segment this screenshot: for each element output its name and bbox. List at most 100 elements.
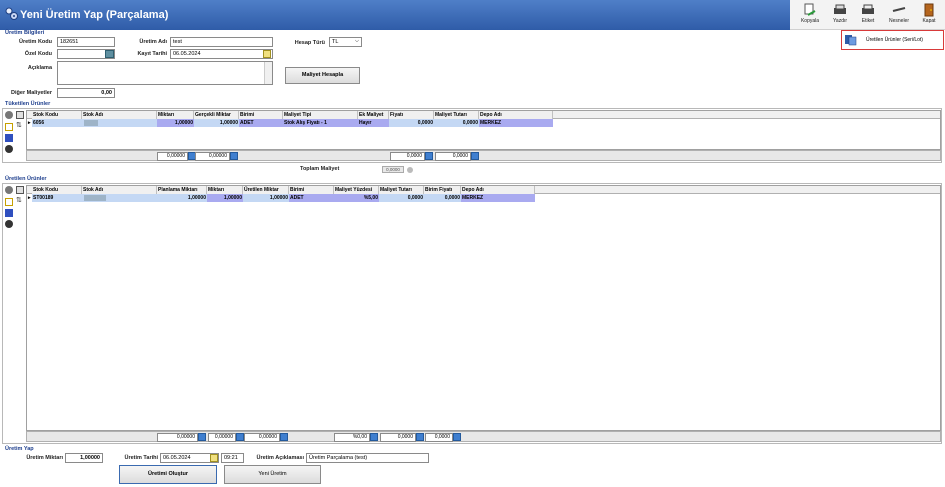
description-scrollbar[interactable] xyxy=(264,62,272,84)
calculator-icon[interactable] xyxy=(280,433,288,441)
calculator-icon[interactable] xyxy=(370,433,378,441)
col-header-quantity[interactable]: Miktarı xyxy=(207,186,243,194)
cell-unit-price[interactable]: 0,0000 xyxy=(424,194,461,202)
cell-cost-percentage[interactable]: %5,00 xyxy=(334,194,379,202)
other-costs-input[interactable]: 0,00 xyxy=(57,88,115,98)
table-row[interactable]: ▸ 6056 1,00000 1,00000 ADET Stok Alış Fi… xyxy=(27,119,553,127)
total-price: 0,0000 xyxy=(390,152,425,161)
production-quantity-input[interactable]: 1,00000 xyxy=(65,453,103,463)
col-header-extra-cost[interactable]: Ek Maliyet xyxy=(358,111,389,119)
total-cost-amount: 0,0000 xyxy=(380,433,416,442)
produced-grid-header: Stok Kodu Stok Adı Planlama Miktarı Mikt… xyxy=(27,186,940,194)
col-header-unit[interactable]: Birimi xyxy=(239,111,283,119)
col-header-warehouse[interactable]: Depo Adı xyxy=(479,111,553,119)
col-header-unit[interactable]: Birimi xyxy=(289,186,334,194)
calculate-cost-button[interactable]: Maliyet Hesapla xyxy=(285,67,360,84)
cell-planned-quantity[interactable]: 1,00000 xyxy=(157,194,207,202)
col-header-produced-quantity[interactable]: Üretilen Miktar xyxy=(243,186,289,194)
col-header-cost-percentage[interactable]: Maliyet Yüzdesi xyxy=(334,186,379,194)
section-title-make-production: Üretim Yap xyxy=(5,446,34,452)
produced-grid: Stok Kodu Stok Adı Planlama Miktarı Mikt… xyxy=(26,185,941,431)
cell-cost-amount[interactable]: 0,0000 xyxy=(434,119,479,127)
globe-icon[interactable] xyxy=(5,220,13,228)
calculator-icon[interactable] xyxy=(425,152,433,160)
account-type-select[interactable]: TL ⌵ xyxy=(329,37,362,47)
toolbar: Kopyala Yazdır Etiket Nesneler Kapat xyxy=(790,0,945,30)
consumed-grid: Stok Kodu Stok Adı Miktarı Gerçekli Mikt… xyxy=(26,110,941,150)
total-cost-value: 0,0000 xyxy=(382,166,404,173)
cell-unit[interactable]: ADET xyxy=(239,119,283,127)
close-button[interactable]: Kapat xyxy=(917,3,941,29)
cell-cost-type[interactable]: Stok Alış Fiyatı - 1 xyxy=(283,119,358,127)
cell-warehouse[interactable]: MERKEZ xyxy=(479,119,553,127)
settings-icon[interactable] xyxy=(5,111,13,119)
cell-stock-code[interactable]: 6056 xyxy=(32,119,82,127)
production-code-input[interactable]: 182651 xyxy=(57,37,115,47)
col-header-planned-quantity[interactable]: Planlama Miktarı xyxy=(157,186,207,194)
production-name-input[interactable]: test xyxy=(170,37,273,47)
calculator-icon[interactable] xyxy=(416,433,424,441)
bookmark-icon[interactable] xyxy=(5,209,13,217)
label-button[interactable]: Etiket xyxy=(856,3,880,29)
col-header-warehouse[interactable]: Depo Adı xyxy=(461,186,535,194)
total-cost-label: Toplam Maliyet xyxy=(300,166,340,172)
cell-quantity[interactable]: 1,00000 xyxy=(207,194,243,202)
cell-actual-quantity[interactable]: 1,00000 xyxy=(194,119,239,127)
production-time-input[interactable]: 09:21 xyxy=(221,453,244,463)
table-row[interactable]: ▸ ST00189 1,00000 1,00000 1,00000 ADET %… xyxy=(27,194,535,202)
info-icon[interactable] xyxy=(407,167,413,173)
globe-icon[interactable] xyxy=(5,145,13,153)
col-header-cost-amount[interactable]: Maliyet Tutarı xyxy=(379,186,424,194)
col-header-stock-code[interactable]: Stok Kodu xyxy=(32,111,82,119)
new-document-icon[interactable] xyxy=(5,198,13,206)
bookmark-icon[interactable] xyxy=(5,134,13,142)
description-textarea[interactable] xyxy=(57,61,273,85)
sort-icon[interactable]: ⇅ xyxy=(16,122,24,130)
print-button[interactable]: Yazdır xyxy=(828,3,852,29)
calendar-icon[interactable] xyxy=(210,454,218,462)
cell-price[interactable]: 0,0000 xyxy=(389,119,434,127)
grid-icon[interactable] xyxy=(16,186,24,194)
section-title-produced: Üretilen Ürünler xyxy=(5,176,47,182)
grid-icon[interactable] xyxy=(16,111,24,119)
new-production-button[interactable]: Yeni Üretim xyxy=(224,465,321,484)
cell-unit[interactable]: ADET xyxy=(289,194,334,202)
calculator-icon[interactable] xyxy=(230,152,238,160)
cell-stock-name[interactable] xyxy=(82,119,157,127)
cell-quantity[interactable]: 1,00000 xyxy=(157,119,194,127)
col-header-cost-type[interactable]: Maliyet Tipi xyxy=(283,111,358,119)
record-date-input[interactable]: 06.05.2024 xyxy=(170,49,273,59)
cell-stock-code[interactable]: ST00189 xyxy=(32,194,82,202)
label-label: Etiket xyxy=(861,18,875,24)
cell-cost-amount[interactable]: 0,0000 xyxy=(379,194,424,202)
calculator-icon[interactable] xyxy=(198,433,206,441)
lookup-icon[interactable] xyxy=(105,50,114,58)
objects-button[interactable]: Nesneler xyxy=(887,3,911,29)
menu-item-serial-lot[interactable]: Üretilen Ürünler (Seri/Lot) xyxy=(844,34,942,46)
consumed-grid-header: Stok Kodu Stok Adı Miktarı Gerçekli Mikt… xyxy=(27,111,940,119)
calculator-icon[interactable] xyxy=(236,433,244,441)
calculator-icon[interactable] xyxy=(453,433,461,441)
col-header-actual-quantity[interactable]: Gerçekli Miktar xyxy=(194,111,239,119)
create-production-button[interactable]: Üretimi Oluştur xyxy=(119,465,217,484)
calculator-icon[interactable] xyxy=(471,152,479,160)
production-description-input[interactable]: Üretim Parçalama (test) xyxy=(306,453,429,463)
col-header-stock-name[interactable]: Stok Adı xyxy=(82,186,157,194)
cell-produced-quantity[interactable]: 1,00000 xyxy=(243,194,289,202)
new-document-icon[interactable] xyxy=(5,123,13,131)
copy-button[interactable]: Kopyala xyxy=(798,3,822,29)
col-header-cost-amount[interactable]: Maliyet Tutarı xyxy=(434,111,479,119)
col-header-quantity[interactable]: Miktarı xyxy=(157,111,194,119)
col-header-stock-name[interactable]: Stok Adı xyxy=(82,111,157,119)
consumed-totals-bar: 0,00000 0,00000 0,0000 0,0000 xyxy=(26,150,941,161)
col-header-stock-code[interactable]: Stok Kodu xyxy=(32,186,82,194)
sort-icon[interactable]: ⇅ xyxy=(16,197,24,205)
cell-extra-cost[interactable]: Hayır xyxy=(358,119,389,127)
product-list-icon xyxy=(845,35,857,46)
settings-icon[interactable] xyxy=(5,186,13,194)
col-header-price[interactable]: Fiyatı xyxy=(389,111,434,119)
cell-warehouse[interactable]: MERKEZ xyxy=(461,194,535,202)
calendar-icon[interactable] xyxy=(263,50,271,58)
cell-stock-name[interactable] xyxy=(82,194,157,202)
col-header-unit-price[interactable]: Birim Fiyatı xyxy=(424,186,461,194)
